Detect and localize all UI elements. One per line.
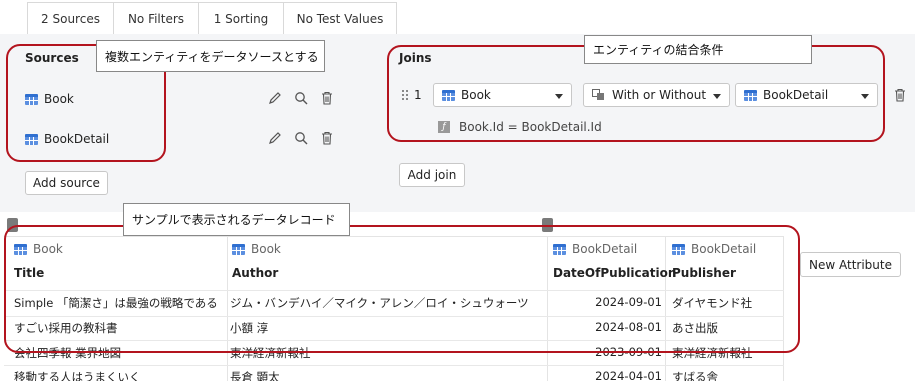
add-join-button[interactable]: Add join xyxy=(399,163,465,187)
column-header-publisher[interactable]: Publisher xyxy=(672,266,736,280)
column-source-bookdetail: BookDetail xyxy=(553,242,637,256)
search-icon[interactable] xyxy=(294,91,308,105)
records-note: サンプルで表示されるデータレコード xyxy=(123,203,350,236)
cell-title: 会社四季報 業界地図 xyxy=(14,346,122,360)
source-item-bookdetail[interactable]: BookDetail xyxy=(25,132,109,146)
join-right-value: BookDetail xyxy=(763,88,829,102)
join-type-icon xyxy=(592,89,604,100)
drag-handle-icon[interactable] xyxy=(401,89,409,101)
cell-publisher: ダイヤモンド社 xyxy=(672,296,753,310)
column-source-book: Book xyxy=(14,242,63,256)
table-icon xyxy=(442,89,455,101)
column-source-label: Book xyxy=(251,242,281,256)
joins-note: エンティティの結合条件 xyxy=(584,35,812,64)
column-marker-icon[interactable] xyxy=(7,218,18,232)
cell-author: 東洋経済新報社 xyxy=(230,346,311,360)
column-source-book: Book xyxy=(232,242,281,256)
source-name: BookDetail xyxy=(44,132,110,146)
column-source-label: Book xyxy=(33,242,63,256)
table-icon xyxy=(232,243,245,255)
table-icon xyxy=(25,93,38,105)
chevron-down-icon xyxy=(713,94,721,99)
cell-date: 2024-08-01 xyxy=(595,320,662,334)
join-right-select[interactable]: BookDetail xyxy=(735,83,878,107)
join-type-value: With or Without xyxy=(612,88,707,102)
cell-publisher: すばる舎 xyxy=(672,370,718,381)
source-name: Book xyxy=(44,92,74,106)
join-left-value: Book xyxy=(461,88,491,102)
column-header-date[interactable]: DateOfPublication xyxy=(553,266,676,280)
cell-author: ジム・バンデハイ／マイク・アレン／ロイ・シュウォーツ xyxy=(230,296,529,310)
cell-date: 2024-09-01 xyxy=(595,295,662,309)
sources-note: 複数エンティティをデータソースとする xyxy=(96,40,325,72)
cell-date: 2024-04-01 xyxy=(595,369,662,381)
edit-icon[interactable] xyxy=(268,91,282,105)
column-source-label: BookDetail xyxy=(572,242,638,256)
cell-author: 小額 淳 xyxy=(230,321,269,335)
sources-header: Sources xyxy=(25,51,79,65)
join-condition[interactable]: ƒ Book.Id = BookDetail.Id xyxy=(438,120,602,134)
column-header-title[interactable]: Title xyxy=(14,266,44,280)
function-icon: ƒ xyxy=(438,121,450,133)
table-icon xyxy=(25,133,38,145)
table-icon xyxy=(553,243,566,255)
search-icon[interactable] xyxy=(294,131,308,145)
source-actions-book xyxy=(268,91,334,105)
column-header-author[interactable]: Author xyxy=(232,266,278,280)
join-type-select[interactable]: With or Without xyxy=(583,83,730,107)
cell-title: すごい採用の教科書 xyxy=(14,321,118,335)
row-divider xyxy=(4,365,784,366)
tab-filters[interactable]: No Filters xyxy=(114,2,199,34)
column-marker-icon[interactable] xyxy=(542,218,553,232)
row-divider xyxy=(4,340,784,341)
edit-icon[interactable] xyxy=(268,131,282,145)
table-icon xyxy=(744,89,757,101)
source-actions-bookdetail xyxy=(268,131,334,145)
cell-date: 2023-09-01 xyxy=(595,345,662,359)
cell-author: 長倉 顕太 xyxy=(230,370,280,381)
joins-header: Joins xyxy=(399,51,432,65)
cell-publisher: 東洋経済新報社 xyxy=(672,346,753,360)
add-source-button[interactable]: Add source xyxy=(25,171,108,195)
chevron-down-icon xyxy=(555,94,563,99)
tab-sources[interactable]: 2 Sources xyxy=(27,2,114,34)
trash-icon[interactable] xyxy=(320,91,334,105)
row-divider xyxy=(4,316,784,317)
config-tabs: 2 Sources No Filters 1 Sorting No Test V… xyxy=(27,2,397,34)
column-source-label: BookDetail xyxy=(691,242,757,256)
tab-sorting[interactable]: 1 Sorting xyxy=(199,2,284,34)
trash-icon[interactable] xyxy=(320,131,334,145)
cell-publisher: あさ出版 xyxy=(672,321,718,335)
column-source-bookdetail: BookDetail xyxy=(672,242,756,256)
table-icon xyxy=(14,243,27,255)
join-condition-text: Book.Id = BookDetail.Id xyxy=(459,120,602,134)
source-item-book[interactable]: Book xyxy=(25,92,74,106)
table-icon xyxy=(672,243,685,255)
row-divider xyxy=(4,290,784,291)
new-attribute-button[interactable]: New Attribute xyxy=(800,252,901,277)
tab-test-values[interactable]: No Test Values xyxy=(284,2,397,34)
cell-title: 移動する人はうまくいく xyxy=(14,370,141,381)
chevron-down-icon xyxy=(861,94,869,99)
join-index: 1 xyxy=(414,88,422,102)
join-left-select[interactable]: Book xyxy=(433,83,572,107)
cell-title: Simple 「簡潔さ」は最強の戦略である xyxy=(14,296,218,310)
query-editor: 2 Sources No Filters 1 Sorting No Test V… xyxy=(0,0,915,381)
sample-records-table xyxy=(4,236,784,381)
trash-icon[interactable] xyxy=(893,88,907,102)
column-date xyxy=(548,237,666,381)
